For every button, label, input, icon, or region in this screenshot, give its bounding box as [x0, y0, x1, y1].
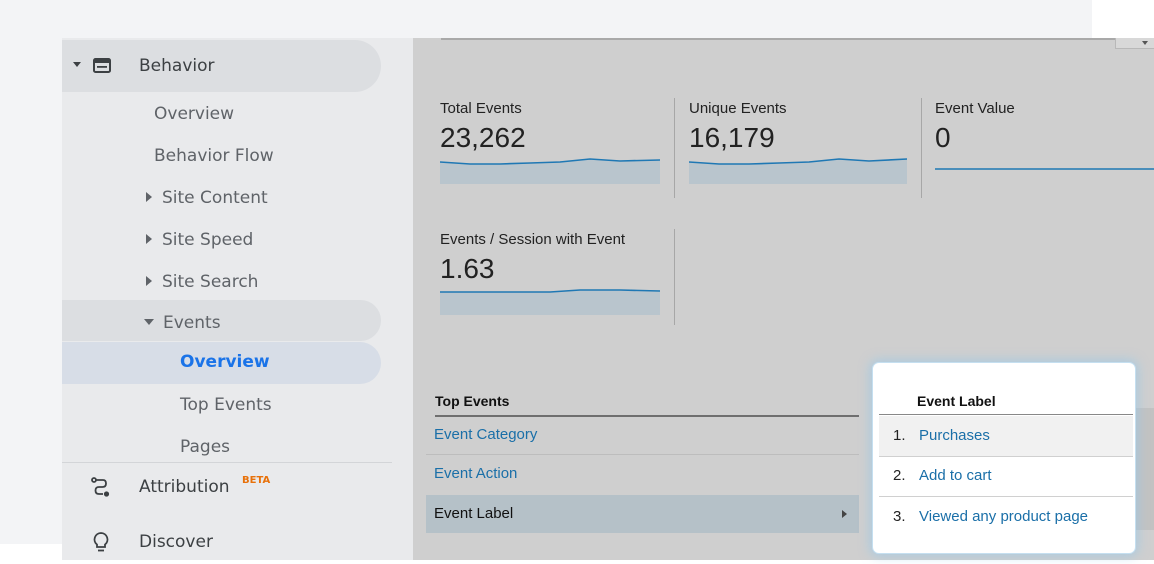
- top-events-title: Top Events: [435, 393, 510, 409]
- sidebar-item-attribution[interactable]: Attribution BETA: [62, 468, 381, 504]
- metric-unique-events[interactable]: Unique Events 16,179: [689, 100, 909, 190]
- popup-row-number: 2.: [893, 467, 906, 484]
- sidebar-item-label: Site Content: [162, 188, 268, 208]
- sidebar-item-behavior[interactable]: Behavior: [62, 40, 381, 92]
- sidebar-item-label-wrap: Site Speed: [146, 230, 253, 250]
- beta-badge: BETA: [242, 475, 271, 486]
- sidebar-item-site-content[interactable]: Site Content: [142, 185, 372, 213]
- top-events-row-label: Event Category: [434, 426, 538, 443]
- dropdown-button[interactable]: [1115, 38, 1154, 49]
- sidebar-item-events-overview[interactable]: Overview: [162, 350, 372, 378]
- popup-title: Event Label: [917, 393, 996, 409]
- event-label-popup: Event Label 1. Purchases 2. Add to cart …: [872, 362, 1136, 554]
- metric-divider: [674, 98, 675, 198]
- top-divider: [441, 38, 1154, 40]
- sidebar-item-label: Pages: [180, 437, 231, 457]
- caret-down-icon: [144, 319, 154, 325]
- sidebar-item-label: Overview: [154, 104, 235, 124]
- popup-row[interactable]: 2. Add to cart: [879, 456, 1133, 496]
- popup-row[interactable]: 3. Viewed any product page: [879, 497, 1133, 537]
- sparkline: [440, 158, 661, 184]
- sidebar-item-label: Top Events: [180, 395, 272, 415]
- metric-value: 23,262: [440, 122, 526, 153]
- attribution-icon: [90, 476, 112, 498]
- popup-row-number: 1.: [893, 427, 906, 444]
- sidebar-item-behavior-flow[interactable]: Behavior Flow: [142, 143, 372, 171]
- popup-row-link[interactable]: Add to cart: [919, 456, 992, 496]
- lightbulb-icon: [92, 531, 110, 553]
- top-events-header: Top Events: [435, 393, 859, 417]
- sidebar-item-events[interactable]: Events: [142, 310, 372, 338]
- sidebar-item-label: Site Search: [162, 272, 259, 292]
- popup-header-divider: [879, 414, 1133, 415]
- sidebar-attribution-label: Attribution: [139, 477, 230, 497]
- popup-row-link[interactable]: Purchases: [919, 416, 990, 456]
- sidebar-item-label: Site Speed: [162, 230, 254, 250]
- top-events-row-category[interactable]: Event Category: [426, 416, 859, 454]
- metric-label: Unique Events: [689, 100, 787, 117]
- sidebar-item-discover[interactable]: Discover: [62, 524, 381, 560]
- sidebar-item-label-wrap: Events: [144, 313, 221, 333]
- sidebar-item-site-speed[interactable]: Site Speed: [142, 227, 372, 255]
- caret-right-icon: [842, 510, 847, 518]
- top-background: [0, 0, 1092, 38]
- behavior-icon: [93, 58, 111, 73]
- sidebar-item-label: Overview: [180, 352, 270, 372]
- popup-row-link[interactable]: Viewed any product page: [919, 497, 1088, 537]
- sparkline: [935, 168, 1154, 170]
- caret-right-icon: [146, 276, 152, 286]
- top-events-row-label: Event Action: [434, 465, 518, 482]
- popup-row-number: 3.: [893, 508, 906, 525]
- caret-right-icon: [146, 234, 152, 244]
- metric-divider: [921, 98, 922, 198]
- metric-value: 1.63: [440, 253, 495, 284]
- sidebar-discover-label: Discover: [139, 532, 213, 552]
- top-events-row-label-text: Event Label: [434, 505, 514, 522]
- left-background: [0, 38, 62, 544]
- metric-value: 16,179: [689, 122, 775, 153]
- sidebar-item-label: Events: [163, 313, 221, 333]
- top-events-row-label[interactable]: Event Label: [426, 495, 859, 533]
- popup-row[interactable]: 1. Purchases: [879, 416, 1133, 456]
- metric-value: 0: [935, 122, 951, 153]
- metric-event-value[interactable]: Event Value 0: [935, 100, 1154, 190]
- sparkline: [689, 158, 908, 184]
- top-events-row-action[interactable]: Event Action: [426, 455, 859, 493]
- metric-total-events[interactable]: Total Events 23,262: [440, 100, 662, 190]
- metric-label: Total Events: [440, 100, 522, 117]
- sidebar-item-overview[interactable]: Overview: [142, 101, 372, 129]
- metric-label: Events / Session with Event: [440, 231, 626, 248]
- sidebar-item-label: Behavior Flow: [154, 146, 274, 166]
- sparkline: [440, 289, 661, 315]
- caret-right-icon: [146, 192, 152, 202]
- caret-down-icon: [73, 62, 81, 67]
- sidebar-item-pages[interactable]: Pages: [162, 435, 372, 463]
- sidebar-item-label-wrap: Site Search: [146, 272, 258, 292]
- sidebar-nav: Behavior Overview Behavior Flow Site Con…: [62, 38, 413, 560]
- metric-label: Event Value: [935, 100, 1015, 117]
- sidebar-behavior-label: Behavior: [139, 56, 215, 76]
- secondary-table-strip: [1135, 408, 1154, 530]
- sidebar-item-site-search[interactable]: Site Search: [142, 269, 372, 297]
- metric-events-per-session[interactable]: Events / Session with Event 1.63: [440, 231, 662, 321]
- metric-divider: [674, 229, 675, 325]
- sidebar-item-label-wrap: Site Content: [146, 188, 268, 208]
- sidebar-item-top-events[interactable]: Top Events: [162, 393, 372, 421]
